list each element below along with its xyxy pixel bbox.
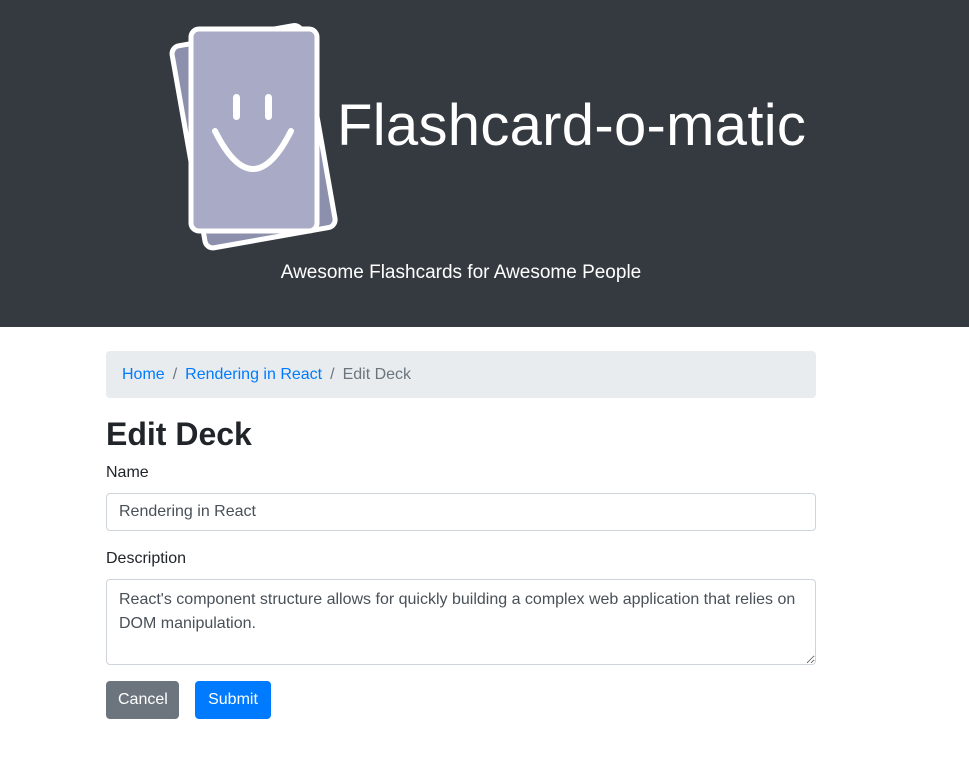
app-tagline: Awesome Flashcards for Awesome People [280, 262, 642, 283]
breadcrumb-home-link[interactable]: Home [122, 366, 165, 384]
description-label: Description [106, 550, 187, 567]
breadcrumb-current: Edit Deck [342, 365, 412, 383]
description-textarea[interactable]: React's component structure allows for q… [106, 579, 816, 665]
breadcrumb-deck-link[interactable]: Rendering in React [185, 366, 322, 384]
app-header: Flashcard-o-matic Awesome Flashcards for… [0, 0, 969, 327]
smiley-flashcards-icon [169, 23, 338, 251]
name-label: Name [106, 464, 149, 481]
app-title: Flashcard-o-matic [337, 93, 807, 158]
breadcrumb-separator: / [172, 365, 178, 383]
breadcrumb-separator: / [330, 365, 335, 383]
submit-button[interactable]: Submit [195, 681, 271, 719]
name-input[interactable] [106, 493, 816, 531]
page-title: Edit Deck [106, 416, 252, 452]
breadcrumb: Home / Rendering in React / Edit Deck [106, 351, 816, 398]
cancel-button[interactable]: Cancel [106, 681, 179, 719]
